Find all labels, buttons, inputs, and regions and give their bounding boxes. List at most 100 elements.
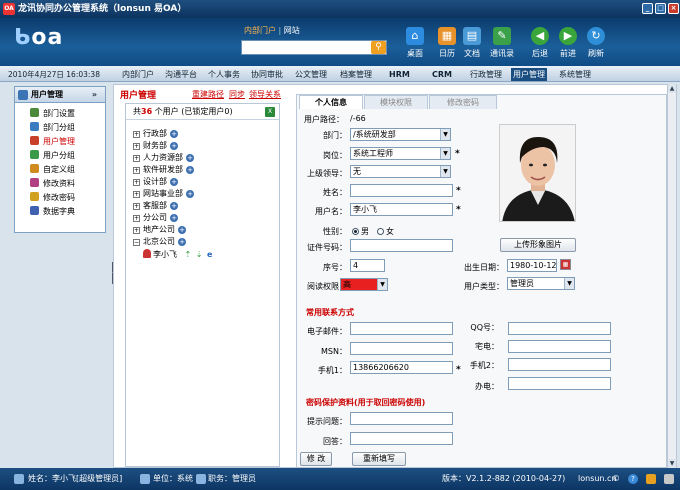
excel-export-icon[interactable]: X — [265, 107, 275, 117]
add-icon[interactable]: + — [186, 190, 194, 198]
name-input[interactable] — [350, 184, 453, 197]
required-mark: * — [456, 186, 461, 196]
nav-website[interactable]: 网站 — [284, 26, 300, 35]
tree-node[interactable]: − 北京公司 + — [133, 236, 186, 247]
toolbar-refresh[interactable]: ↻ 刷新 — [581, 27, 611, 59]
sidebar-item-user-management[interactable]: 用户管理 — [30, 136, 75, 148]
toolbar-back[interactable]: ◀ 后退 — [525, 27, 555, 59]
menu-personal[interactable]: 个人事务 — [206, 68, 242, 81]
upload-photo-button[interactable]: 上传形象图片 — [500, 238, 576, 252]
tree-node[interactable]: + 客服部 + — [133, 200, 178, 211]
mobile2-input[interactable] — [508, 358, 611, 371]
add-icon[interactable]: + — [170, 130, 178, 138]
sidebar-item-custom-groups[interactable]: 自定义组 — [30, 164, 75, 176]
question-input[interactable] — [350, 412, 453, 425]
tree-node[interactable]: + 软件研发部 + — [133, 164, 194, 175]
minimize-icon[interactable]: _ — [642, 3, 653, 14]
search-input[interactable] — [241, 40, 387, 55]
move-down-icon[interactable]: ⇣ — [196, 250, 203, 259]
menu-communication[interactable]: 沟通平台 — [163, 68, 199, 81]
toolbar-forward[interactable]: ▶ 前进 — [553, 27, 583, 59]
nav-internal-portal[interactable]: 内部门户 — [244, 26, 276, 35]
gender-male-radio[interactable]: 男 — [352, 226, 369, 237]
order-label: 序号： — [323, 263, 347, 272]
add-icon[interactable]: + — [186, 166, 194, 174]
add-icon[interactable]: + — [170, 178, 178, 186]
order-input[interactable]: 4 — [350, 259, 385, 272]
tab-change-password[interactable]: 修改密码 — [429, 95, 497, 109]
menu-internal-portal[interactable]: 内部门户 — [120, 68, 156, 81]
mobile1-input[interactable]: 13866206620 — [350, 361, 453, 374]
add-icon[interactable]: + — [170, 214, 178, 222]
tree-node[interactable]: + 地产公司 + — [133, 224, 186, 235]
read-permission-select[interactable]: 高 ▼ — [340, 278, 388, 291]
expand-icon: + — [133, 215, 140, 222]
ie-icon[interactable]: e — [207, 250, 212, 259]
email-input[interactable] — [350, 322, 453, 335]
homephone-input[interactable] — [508, 340, 611, 353]
vertical-scrollbar[interactable]: ▲ ▼ — [667, 84, 676, 468]
menu-documents[interactable]: 公文管理 — [293, 68, 329, 81]
tree-user-node[interactable]: 李小飞 ⇡ ⇣ e — [143, 249, 212, 260]
sidebar-item-dept-groups[interactable]: 部门分组 — [30, 122, 75, 134]
sidebar-item-dept-settings[interactable]: 部门设置 — [30, 108, 75, 120]
qq-input[interactable] — [508, 322, 611, 335]
idcard-input[interactable] — [350, 239, 453, 252]
calendar-icon[interactable]: ▦ — [560, 259, 571, 270]
post-select[interactable]: 系统工程师 ▼ — [350, 147, 451, 160]
settings-icon[interactable] — [664, 474, 674, 484]
tree-node[interactable]: + 设计部 + — [133, 176, 178, 187]
sidebar-item-change-password[interactable]: 修改密码 — [30, 192, 75, 204]
move-up-icon[interactable]: ⇡ — [185, 250, 192, 259]
close-icon[interactable]: × — [668, 3, 679, 14]
menu-crm[interactable]: CRM — [430, 68, 454, 81]
help-icon[interactable]: ? — [628, 474, 638, 484]
add-icon[interactable]: + — [178, 226, 186, 234]
msn-input[interactable] — [350, 342, 453, 355]
menu-archives[interactable]: 档案管理 — [338, 68, 374, 81]
menu-user-management[interactable]: 用户管理 — [511, 68, 547, 81]
rebuild-path-link[interactable]: 重建路径 — [192, 89, 224, 100]
sidebar-item-data-dictionary[interactable]: 数据字典 — [30, 206, 75, 218]
lock-icon[interactable] — [646, 474, 656, 484]
username-input[interactable]: 李小飞 — [350, 203, 453, 216]
reset-button[interactable]: 重新填写 — [352, 452, 406, 466]
toolbar-desktop[interactable]: ⌂ 桌面 — [400, 27, 430, 59]
scroll-down-icon[interactable]: ▼ — [668, 459, 676, 468]
add-icon[interactable]: + — [170, 142, 178, 150]
submit-button[interactable]: 修 改 — [300, 452, 332, 466]
add-icon[interactable]: + — [178, 238, 186, 246]
toolbar-documents[interactable]: ▤ 文档 — [457, 27, 487, 59]
sidebar-item-user-groups[interactable]: 用户分组 — [30, 150, 75, 162]
office-phone-input[interactable] — [508, 377, 611, 390]
toolbar-contacts[interactable]: ✎ 通讯录 — [487, 27, 517, 59]
birthdate-input[interactable]: 1980-10-12 — [507, 259, 557, 272]
answer-input[interactable] — [350, 432, 453, 445]
maximize-icon[interactable]: □ — [655, 3, 666, 14]
usertype-select[interactable]: 管理员 ▼ — [507, 277, 575, 290]
leader-select[interactable]: 无 ▼ — [350, 165, 451, 178]
leader-relation-link[interactable]: 领导关系 — [249, 89, 281, 100]
tree-node[interactable]: + 网站事业部 + — [133, 188, 194, 199]
search-icon[interactable]: ⚲ — [371, 41, 386, 54]
sidebar-item-edit-profile[interactable]: 修改资料 — [30, 178, 75, 190]
add-icon[interactable]: + — [186, 154, 194, 162]
tree-node[interactable]: + 财务部 + — [133, 140, 178, 151]
tree-node[interactable]: + 分公司 + — [133, 212, 178, 223]
menu-administration[interactable]: 行政管理 — [468, 68, 504, 81]
tree-node[interactable]: + 行政部 + — [133, 128, 178, 139]
menu-system[interactable]: 系统管理 — [557, 68, 593, 81]
add-icon[interactable]: + — [170, 202, 178, 210]
tab-module-permissions[interactable]: 模块权限 — [364, 95, 428, 109]
dept-select[interactable]: /系统研发部 ▼ — [350, 128, 451, 141]
collapse-chevron-icon[interactable]: » — [92, 87, 97, 103]
tree-node[interactable]: + 人力资源部 + — [133, 152, 194, 163]
menu-approval[interactable]: 协同审批 — [249, 68, 285, 81]
gender-female-radio[interactable]: 女 — [377, 226, 394, 237]
sync-link[interactable]: 同步 — [229, 89, 245, 100]
menu-hrm[interactable]: HRM — [387, 68, 412, 81]
custom-group-icon — [30, 164, 39, 173]
scroll-up-icon[interactable]: ▲ — [668, 84, 676, 93]
sidebar-header[interactable]: 用户管理 » — [15, 87, 105, 103]
tab-personal-info[interactable]: 个人信息 — [299, 95, 363, 109]
